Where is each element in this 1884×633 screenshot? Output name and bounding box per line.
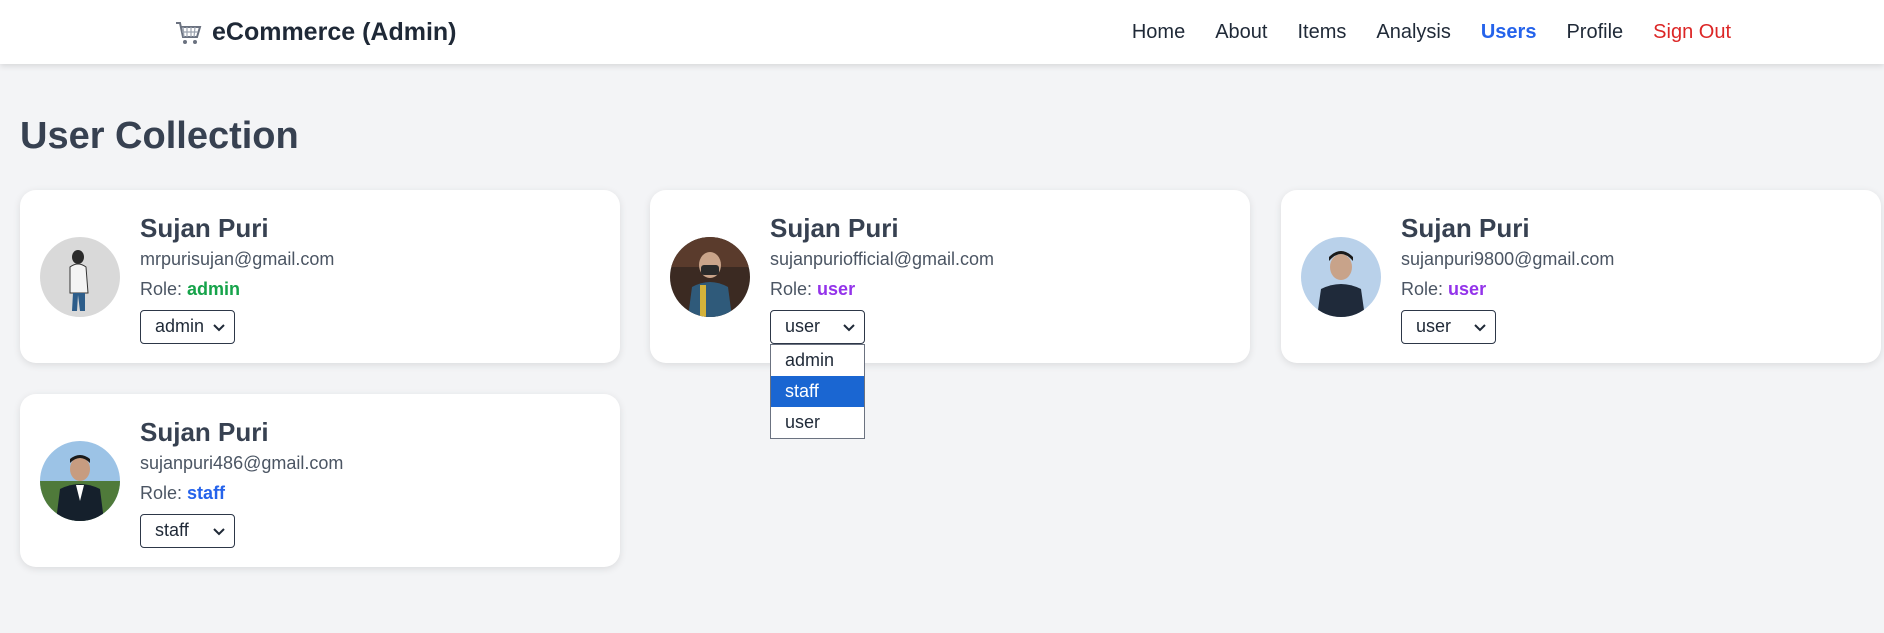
chevron-down-icon [213,528,225,536]
role-select-value: user [1416,316,1452,336]
user-name: Sujan Puri [140,213,269,243]
nav-link-home[interactable]: Home [1132,21,1185,44]
role-line: Role: staff [140,482,343,504]
brand[interactable]: eCommerce (Admin) [174,18,457,47]
top-navbar: eCommerce (Admin) Home About Items Analy… [0,0,1884,64]
user-card: Sujan Puri sujanpuri9800@gmail.com Role:… [1281,190,1881,363]
role-label: Role: [140,483,183,503]
role-select[interactable]: staff [140,514,235,548]
user-email: mrpurisujan@gmail.com [140,249,335,269]
page-title: User Collection [20,115,299,157]
nav-link-analysis[interactable]: Analysis [1376,21,1450,44]
chevron-down-icon [213,324,225,332]
role-dropdown-menu: admin staff user [770,344,865,439]
user-name: Sujan Puri [140,417,269,447]
role-label: Role: [770,279,813,299]
dropdown-option-staff[interactable]: staff [771,376,864,407]
role-label: Role: [140,279,183,299]
role-select-value: user [785,316,821,336]
role-value: user [1448,279,1487,299]
role-value: admin [187,279,241,299]
shopping-cart-icon [176,21,202,44]
role-label: Role: [1401,279,1444,299]
nav-links: Home About Items Analysis Users Profile … [1132,21,1731,44]
user-email: sujanpuri486@gmail.com [140,453,344,473]
chevron-down-icon [1474,324,1486,332]
chevron-down-icon [843,324,855,332]
role-line: Role: admin [140,278,334,300]
role-line: Role: user [770,278,994,300]
nav-link-about[interactable]: About [1215,21,1267,44]
avatar [670,237,750,317]
brand-title: eCommerce (Admin) [212,18,457,46]
role-line: Role: user [1401,278,1614,300]
user-name: Sujan Puri [770,213,899,243]
role-select[interactable]: user [770,310,865,344]
user-email: sujanpuriofficial@gmail.com [770,249,995,269]
nav-link-users[interactable]: Users [1481,21,1537,44]
dropdown-option-admin[interactable]: admin [771,345,864,376]
role-value: user [817,279,856,299]
nav-link-sign-out[interactable]: Sign Out [1653,21,1731,44]
user-card: Sujan Puri sujanpuriofficial@gmail.com R… [650,190,1250,363]
avatar [40,237,120,317]
user-name: Sujan Puri [1401,213,1530,243]
user-card: Sujan Puri sujanpuri486@gmail.com Role: … [20,394,620,567]
user-email: sujanpuri9800@gmail.com [1401,249,1615,269]
user-card: Sujan Puri mrpurisujan@gmail.com Role: a… [20,190,620,363]
nav-link-profile[interactable]: Profile [1566,21,1623,44]
role-select-value: admin [155,316,205,336]
role-select[interactable]: admin [140,310,235,344]
role-select[interactable]: user [1401,310,1496,344]
avatar [40,441,120,521]
role-value: staff [187,483,226,503]
nav-link-items[interactable]: Items [1297,21,1346,44]
dropdown-option-user[interactable]: user [771,407,864,438]
avatar [1301,237,1381,317]
role-select-value: staff [155,520,189,540]
